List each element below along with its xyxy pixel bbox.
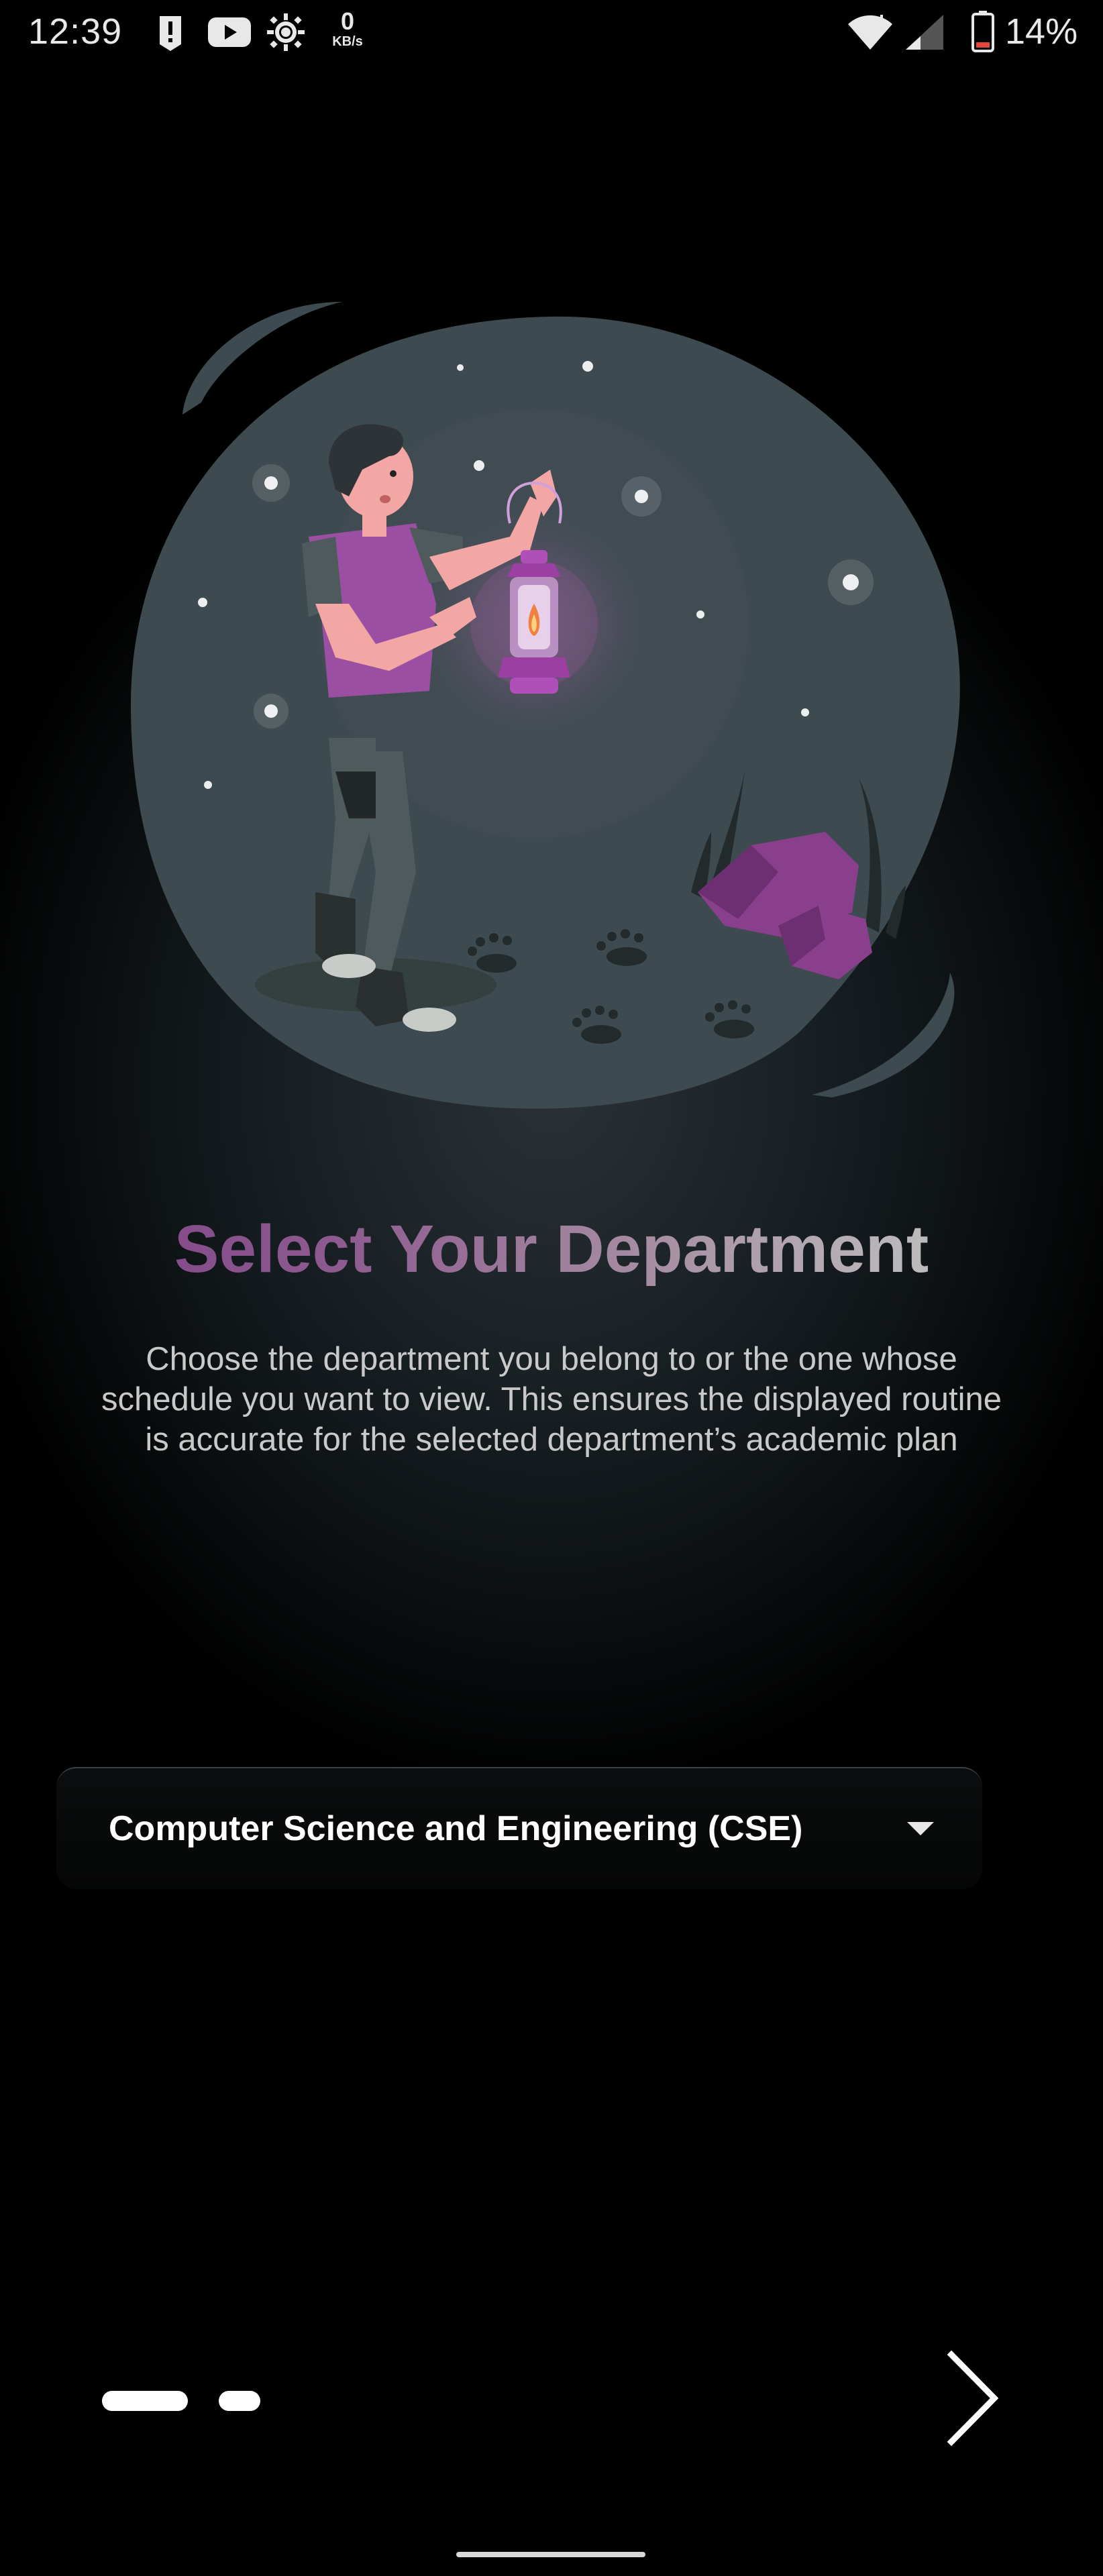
page-dot[interactable]	[219, 2391, 260, 2411]
next-button[interactable]	[939, 2348, 1006, 2449]
page-description: Choose the department you belong to or t…	[101, 1341, 1002, 1458]
onboarding-screen: 12:39 0 KB/s 14% Select Your Department …	[0, 0, 1103, 2576]
department-dropdown[interactable]: Computer Science and Engineering (CSE)	[56, 1767, 982, 1889]
home-indicator[interactable]	[456, 2552, 645, 2557]
page-dot-active	[102, 2391, 188, 2411]
chevron-right-icon	[947, 2350, 999, 2447]
page-title: Select Your Department	[0, 1211, 1103, 1288]
man-with-lantern-illustration	[131, 302, 960, 1109]
department-selected-value: Computer Science and Engineering (CSE)	[109, 1809, 803, 1848]
caret-down-icon	[907, 1822, 934, 1835]
